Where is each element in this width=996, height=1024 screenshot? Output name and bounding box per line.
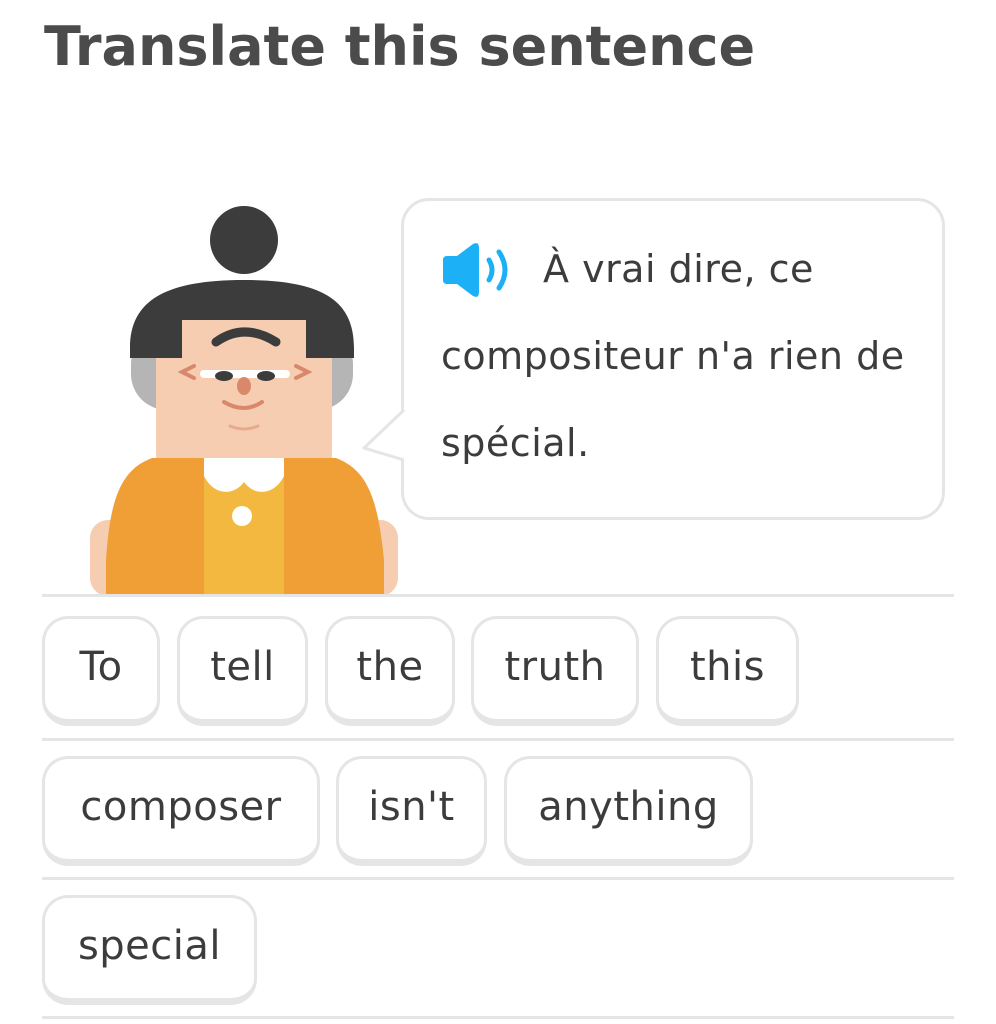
word-tile[interactable]: this <box>656 616 799 726</box>
word-tile[interactable]: tell <box>177 616 308 726</box>
french-sentence: À vrai dire, ce compositeur n'a rien de … <box>441 247 905 465</box>
word-tile[interactable]: isn't <box>336 756 487 866</box>
character-illustration <box>90 206 398 596</box>
answer-line <box>42 594 954 597</box>
answer-line <box>42 738 954 741</box>
word-tile[interactable]: To <box>42 616 160 726</box>
word-tile[interactable]: the <box>325 616 455 726</box>
speech-bubble-tail <box>362 408 406 462</box>
word-tile[interactable]: composer <box>42 756 320 866</box>
answer-line <box>42 877 954 880</box>
page-title: Translate this sentence <box>44 15 756 78</box>
word-tile[interactable]: special <box>42 895 257 1005</box>
answer-line <box>42 1016 954 1019</box>
word-tile[interactable]: anything <box>504 756 753 866</box>
word-tile[interactable]: truth <box>471 616 639 726</box>
